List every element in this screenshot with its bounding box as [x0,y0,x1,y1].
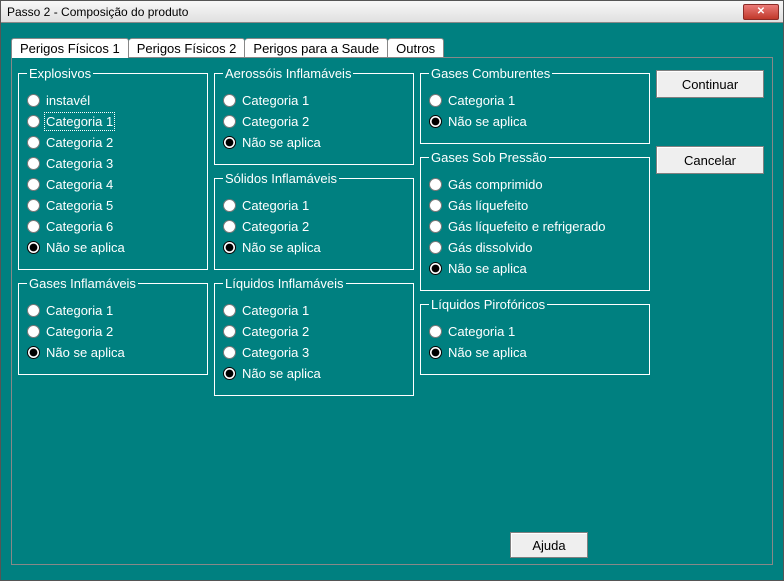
group-gases-pressao: Gases Sob Pressão Gás comprimido Gás líq… [420,150,650,291]
client-area: Perigos Físicos 1 Perigos Físicos 2 Peri… [1,23,783,580]
window-frame: Passo 2 - Composição do produto ✕ Perigo… [0,0,784,581]
radio-option[interactable]: Categoria 5 [27,198,199,213]
radio-option[interactable]: Não se aplica [27,345,199,360]
radio-option[interactable]: Gás comprimido [429,177,641,192]
radio-option[interactable]: Não se aplica [429,345,641,360]
radio-option[interactable]: Categoria 1 [429,324,641,339]
radio-option[interactable]: instavél [27,93,199,108]
group-legend: Gases Inflamáveis [27,276,138,291]
close-icon: ✕ [757,6,765,17]
radio-option[interactable]: Não se aplica [223,240,405,255]
radio-option[interactable]: Gás líquefeito [429,198,641,213]
radio-option[interactable]: Categoria 3 [223,345,405,360]
group-aerossois: Aerossóis Inflamáveis Categoria 1 Catego… [214,66,414,165]
radio-option[interactable]: Categoria 1 [27,114,199,129]
group-legend: Explosivos [27,66,93,81]
group-legend: Líquidos Pirofóricos [429,297,547,312]
group-liquidos-inflamaveis: Líquidos Inflamáveis Categoria 1 Categor… [214,276,414,396]
window-title: Passo 2 - Composição do produto [5,5,743,19]
tab-panel: Explosivos instavél Categoria 1 Categori… [11,57,773,565]
tab-row: Perigos Físicos 1 Perigos Físicos 2 Peri… [11,33,773,57]
close-button[interactable]: ✕ [743,4,779,20]
radio-option[interactable]: Categoria 3 [27,156,199,171]
radio-option[interactable]: Categoria 2 [223,324,405,339]
tab-perigos-fisicos-2[interactable]: Perigos Físicos 2 [129,38,246,58]
radio-option[interactable]: Gás dissolvido [429,240,641,255]
radio-option[interactable]: Categoria 1 [223,198,405,213]
radio-option[interactable]: Categoria 4 [27,177,199,192]
group-liquidos-piroforicos: Líquidos Pirofóricos Categoria 1 Não se … [420,297,650,375]
continue-button[interactable]: Continuar [656,70,764,98]
group-legend: Aerossóis Inflamáveis [223,66,353,81]
tab-outros[interactable]: Outros [388,38,444,58]
radio-option[interactable]: Categoria 6 [27,219,199,234]
group-legend: Líquidos Inflamáveis [223,276,346,291]
radio-option[interactable]: Categoria 1 [429,93,641,108]
radio-option[interactable]: Categoria 2 [27,135,199,150]
radio-option[interactable]: Não se aplica [223,135,405,150]
radio-option[interactable]: Gás líquefeito e refrigerado [429,219,641,234]
group-explosivos: Explosivos instavél Categoria 1 Categori… [18,66,208,270]
title-bar: Passo 2 - Composição do produto ✕ [1,1,783,23]
radio-option[interactable]: Categoria 1 [27,303,199,318]
radio-option[interactable]: Não se aplica [429,114,641,129]
radio-option[interactable]: Não se aplica [223,366,405,381]
radio-option[interactable]: Categoria 2 [27,324,199,339]
group-solidos: Sólidos Inflamáveis Categoria 1 Categori… [214,171,414,270]
cancel-button[interactable]: Cancelar [656,146,764,174]
group-legend: Gases Comburentes [429,66,552,81]
radio-option[interactable]: Categoria 1 [223,93,405,108]
group-gases-inflamaveis: Gases Inflamáveis Categoria 1 Categoria … [18,276,208,375]
group-legend: Gases Sob Pressão [429,150,549,165]
radio-option[interactable]: Categoria 1 [223,303,405,318]
radio-option[interactable]: Não se aplica [27,240,199,255]
tab-perigos-fisicos-1[interactable]: Perigos Físicos 1 [11,38,129,58]
group-gases-comburentes: Gases Comburentes Categoria 1 Não se apl… [420,66,650,144]
radio-option[interactable]: Não se aplica [429,261,641,276]
tab-perigos-saude[interactable]: Perigos para a Saude [245,38,388,58]
help-button[interactable]: Ajuda [510,532,588,558]
radio-option[interactable]: Categoria 2 [223,114,405,129]
group-legend: Sólidos Inflamáveis [223,171,339,186]
radio-option[interactable]: Categoria 2 [223,219,405,234]
